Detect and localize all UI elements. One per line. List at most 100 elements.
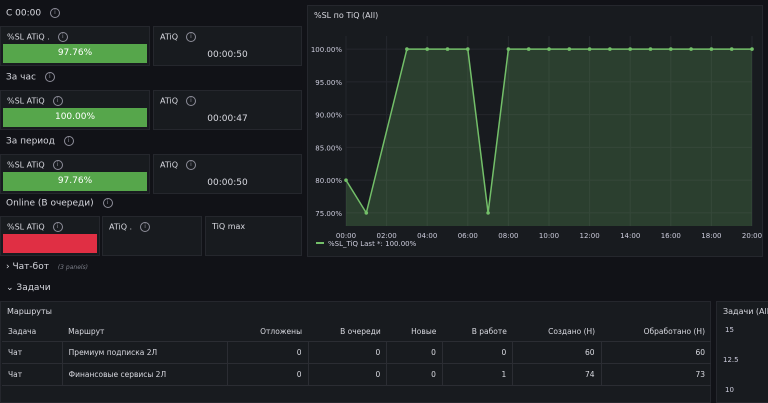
info-icon[interactable]: i bbox=[63, 136, 74, 146]
row-label-text: С 00:00 bbox=[6, 8, 42, 19]
panel-title: %SL ATiQ i bbox=[7, 96, 63, 106]
x-tick-label: 10:00 bbox=[539, 232, 559, 240]
data-point bbox=[729, 47, 734, 51]
row-label: За период i bbox=[6, 136, 74, 147]
column-header[interactable]: В работе bbox=[442, 322, 513, 342]
sl-atiq-panel[interactable]: %SL ATiQ . i 97.76% bbox=[0, 26, 150, 66]
chatbot-label: Чат-бот bbox=[12, 262, 49, 272]
y-tick-label: 90.00% bbox=[315, 112, 342, 120]
data-point bbox=[709, 47, 714, 51]
routes-table: Задача Маршрут Отложены В очереди Новые В раб… bbox=[2, 322, 711, 386]
info-icon[interactable]: i bbox=[186, 96, 197, 106]
legend-swatch bbox=[316, 242, 324, 244]
panel-title-text: ATiQ . bbox=[109, 222, 133, 232]
info-icon[interactable]: i bbox=[140, 222, 151, 232]
column-header[interactable]: Маршрут bbox=[62, 322, 228, 342]
x-tick-label: 14:00 bbox=[620, 232, 640, 240]
panel-title-text: ATiQ bbox=[160, 32, 179, 42]
info-icon[interactable]: i bbox=[49, 8, 60, 18]
panel-title-text: %SL ATiQ . bbox=[7, 32, 50, 42]
table-cell: 0 bbox=[227, 341, 309, 364]
x-tick-label: 12:00 bbox=[580, 232, 600, 240]
tasks-all-title: Задачи (All) bbox=[723, 307, 768, 316]
data-point bbox=[445, 47, 450, 51]
panel-title-text: ATiQ bbox=[160, 160, 179, 170]
data-point bbox=[405, 47, 409, 51]
atiq-panel[interactable]: ATiQ i 00:00:50 bbox=[153, 154, 302, 194]
sl-bar-red bbox=[3, 234, 97, 253]
table-cell: Премиум подписка 2Л bbox=[62, 341, 228, 364]
row-label-text: За период bbox=[6, 136, 55, 147]
tasks-section-header[interactable]: ⌄ Задачи bbox=[6, 283, 51, 293]
routes-title: Маршруты bbox=[7, 307, 52, 316]
data-point bbox=[547, 47, 551, 51]
row-label: С 00:00 i bbox=[6, 8, 60, 19]
atiq-panel[interactable]: ATiQ i 00:00:47 bbox=[153, 90, 302, 130]
column-header[interactable]: Новые bbox=[386, 322, 443, 342]
online-atiq-panel[interactable]: ATiQ . i bbox=[102, 216, 202, 256]
table-cell: 0 bbox=[308, 341, 388, 364]
column-header[interactable]: Задача bbox=[2, 322, 63, 342]
x-tick-label: 00:00 bbox=[336, 232, 356, 240]
panel-title: %SL ATiQ i bbox=[7, 222, 63, 232]
column-header[interactable]: Создано (Н) bbox=[512, 322, 602, 342]
column-header[interactable]: Обработано (Н) bbox=[601, 322, 711, 342]
info-icon[interactable]: i bbox=[52, 160, 63, 170]
column-header[interactable]: Отложены bbox=[227, 322, 308, 342]
table-row: Чат Премиум подписка 2Л 0 0 0 0 60 60 bbox=[2, 341, 711, 364]
tasks-all-panel[interactable]: Задачи (All) 15 12.5 10 bbox=[716, 301, 768, 403]
atiq-value: 00:00:47 bbox=[207, 114, 248, 124]
panel-title: ATiQ i bbox=[160, 32, 197, 42]
table-cell: 1 bbox=[442, 363, 514, 386]
tick-label: 12.5 bbox=[723, 356, 739, 364]
chatbot-panel-count: (3 panels) bbox=[57, 264, 89, 271]
data-point bbox=[669, 47, 673, 51]
table-cell: 74 bbox=[512, 363, 602, 386]
data-point bbox=[750, 47, 754, 51]
info-icon[interactable]: i bbox=[186, 160, 197, 170]
y-tick-label: 85.00% bbox=[315, 144, 342, 152]
online-tiqmax-panel[interactable]: TiQ max bbox=[205, 216, 302, 256]
row-label: За час i bbox=[6, 72, 55, 83]
data-point bbox=[486, 211, 490, 215]
panel-title-text: %SL ATiQ bbox=[7, 222, 45, 232]
info-icon[interactable]: i bbox=[44, 72, 55, 82]
info-icon[interactable]: i bbox=[102, 198, 113, 208]
sl-value: 100.00% bbox=[3, 108, 147, 127]
data-point bbox=[608, 47, 612, 51]
y-tick-label: 100.00% bbox=[311, 46, 342, 54]
panel-title-text: %SL ATiQ bbox=[7, 96, 45, 106]
series-area bbox=[346, 49, 752, 226]
sl-chart-panel[interactable]: %SL по TiQ (All) 75.00% 80.00% 85.00% 90.00… bbox=[307, 5, 763, 257]
data-point bbox=[628, 47, 632, 51]
sl-value: 97.76% bbox=[3, 44, 147, 63]
routes-panel[interactable]: Маршруты Задача Маршрут Отложены В очереди Н… bbox=[0, 301, 711, 403]
panel-title: %SL ATiQ . i bbox=[7, 32, 68, 42]
table-row: Чат Финансовые сервисы 2Л 0 0 0 1 74 73 bbox=[2, 363, 711, 386]
info-icon[interactable]: i bbox=[52, 222, 63, 232]
tasks-label: Задачи bbox=[16, 283, 51, 293]
table-cell: Финансовые сервисы 2Л bbox=[62, 363, 228, 386]
data-point bbox=[506, 47, 511, 51]
info-icon[interactable]: i bbox=[52, 96, 63, 106]
chatbot-section-header[interactable]: › Чат-бот (3 panels) bbox=[6, 262, 88, 272]
sl-atiq-panel[interactable]: %SL ATiQ i 100.00% bbox=[0, 90, 150, 130]
column-header[interactable]: В очереди bbox=[308, 322, 387, 342]
data-point bbox=[425, 47, 429, 51]
x-tick-label: 20:00 bbox=[742, 232, 762, 240]
table-cell: 60 bbox=[601, 341, 711, 364]
legend-label: %SL_TiQ Last *: 100.00% bbox=[328, 240, 417, 248]
online-sl-panel[interactable]: %SL ATiQ i bbox=[0, 216, 100, 256]
panel-title-text: %SL ATiQ bbox=[7, 160, 45, 170]
info-icon[interactable]: i bbox=[57, 32, 68, 42]
atiq-panel[interactable]: ATiQ i 00:00:50 bbox=[153, 26, 302, 66]
table-cell: 73 bbox=[601, 363, 711, 386]
atiq-value: 00:00:50 bbox=[207, 50, 248, 60]
sl-value: 97.76% bbox=[3, 172, 147, 191]
panel-title: TiQ max bbox=[212, 222, 245, 231]
table-cell: 0 bbox=[227, 363, 309, 386]
sl-atiq-panel[interactable]: %SL ATiQ i 97.76% bbox=[0, 154, 150, 194]
info-icon[interactable]: i bbox=[186, 32, 197, 42]
table-cell: Чат bbox=[2, 341, 63, 364]
table-cell: 60 bbox=[512, 341, 602, 364]
